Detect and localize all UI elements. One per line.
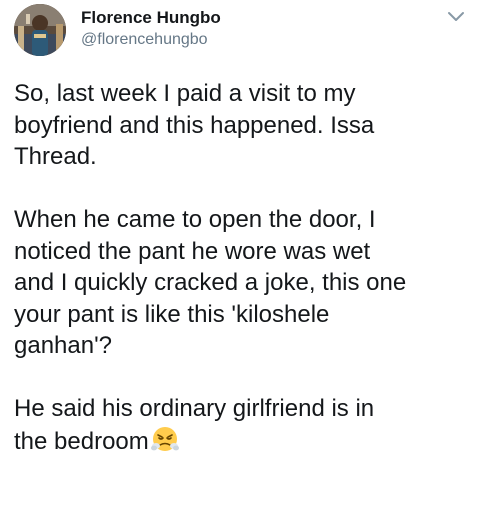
author-handle[interactable]: @florencehungbo	[81, 31, 208, 49]
text-line: noticed the pant he wore was wet	[14, 237, 371, 265]
text-line: boyfriend and this happened. Issa	[14, 111, 375, 139]
text-line: ganhan'?	[14, 332, 113, 359]
chevron-down-icon[interactable]	[444, 8, 468, 26]
paragraph-3: He said his ordinary girlfriend is in th…	[14, 393, 480, 457]
text-line: When he came to open the door, I	[14, 206, 376, 233]
tweet-text: So, last week I paid a visit to my boyfr…	[14, 78, 480, 457]
avatar[interactable]	[14, 4, 66, 56]
paragraph-2: When he came to open the door, I noticed…	[14, 204, 480, 362]
text-line: So, last week I paid a visit to my	[14, 80, 356, 107]
text-line: He said his ordinary girlfriend is in	[14, 395, 375, 422]
text-line: and I quickly cracked a joke, this one	[14, 269, 407, 296]
text-line: the bedroom	[14, 427, 149, 455]
tweet-card: Florence Hungbo @florencehungbo So, last…	[0, 0, 487, 512]
author-name[interactable]: Florence Hungbo	[81, 8, 221, 28]
text-line: your pant is like this 'kiloshele	[14, 300, 330, 328]
text-line: Thread.	[14, 143, 97, 170]
avatar-image	[14, 4, 66, 56]
face-with-steam-from-nose-icon	[150, 425, 179, 453]
paragraph-1: So, last week I paid a visit to my boyfr…	[14, 78, 480, 173]
